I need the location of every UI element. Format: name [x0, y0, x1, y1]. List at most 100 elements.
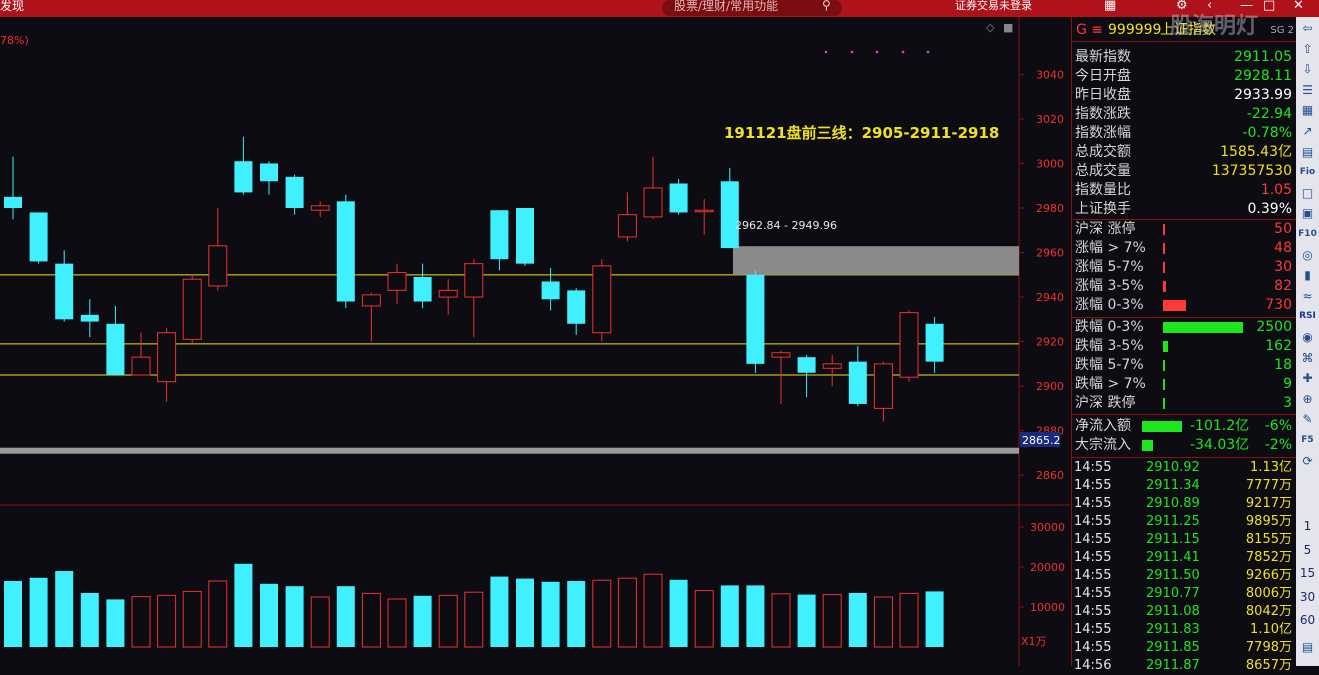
zone-rect [733, 246, 1019, 275]
fio-icon[interactable]: Fio [1297, 163, 1318, 181]
price-tick-label: 2940 [1036, 291, 1064, 304]
price-tick-label: 2860 [1036, 469, 1064, 482]
volume-bar [669, 579, 688, 647]
search-box[interactable]: 股票/理财/常用功能 ⚲ [662, 0, 842, 16]
quote-row: 昨日收盘 2933.99 [1072, 86, 1296, 105]
tick-time: 14:55 [1074, 622, 1112, 637]
doc-icon[interactable]: □ [1297, 184, 1318, 202]
period-60-button[interactable]: 60 [1297, 611, 1318, 629]
up-count-row: 涨幅 0-3% 730 [1072, 296, 1296, 315]
candle-body [413, 277, 432, 302]
tick-time: 14:55 [1074, 640, 1112, 655]
table-icon[interactable]: ▤ [1297, 143, 1318, 161]
arrow-up-icon[interactable]: ⇧ [1297, 40, 1318, 58]
network-icon[interactable]: ⌘ [1297, 349, 1318, 367]
tick-price: 2911.41 [1146, 550, 1200, 565]
tick-row: 14:55 2911.83 1.10亿 [1072, 621, 1296, 639]
quote-row-value: 0.39% [1247, 201, 1292, 217]
candle-body [234, 161, 253, 193]
tick-time: 14:55 [1074, 460, 1112, 475]
divider [1072, 414, 1296, 415]
maximize-icon[interactable]: □ [1263, 0, 1275, 12]
volume-bar [643, 573, 663, 648]
refresh-icon[interactable]: ⟳ [1297, 452, 1318, 470]
quote-row: 总成交额 1585.43亿 [1072, 143, 1296, 162]
candle-body [131, 356, 151, 376]
quote-row: 指数量比 1.05 [1072, 181, 1296, 200]
volume-bar [720, 585, 739, 647]
tick-volume: 8006万 [1245, 586, 1292, 601]
discover-label[interactable]: 发现 [0, 0, 24, 13]
f10-icon[interactable]: F10 [1297, 225, 1318, 243]
book-icon[interactable]: ▣ [1297, 204, 1318, 222]
broker-login-status[interactable]: 证券交易未登录 [955, 0, 1032, 11]
quote-row-label: 最新指数 [1075, 49, 1131, 65]
gift-icon[interactable]: ◉ [1297, 328, 1318, 346]
quote-row-label: 今日开盘 [1075, 68, 1131, 84]
volume-bar [797, 594, 816, 647]
target-icon[interactable]: ◎ [1297, 246, 1318, 264]
volume-bar [55, 571, 74, 647]
plus-icon[interactable]: ⊕ [1297, 390, 1318, 408]
price-tick-label: 2960 [1036, 247, 1064, 260]
up-count-row-value: 82 [1274, 278, 1292, 294]
price-tick-label: 2980 [1036, 202, 1064, 215]
volume-bar [4, 581, 22, 647]
search-input[interactable]: 股票/理财/常用功能 [674, 0, 778, 12]
kline-chart[interactable]: 78%) ◇ ■ 3040 3020 3000 2980 2960 2940 2920 290… [0, 17, 1070, 666]
cross-icon[interactable]: ✚ [1297, 369, 1318, 387]
layout-panel-icon[interactable]: ▤ [1297, 638, 1318, 656]
candle-body [157, 332, 177, 383]
grid-icon[interactable]: ▦ [1297, 101, 1318, 119]
back-icon[interactable]: ‹ [1207, 0, 1212, 12]
up-count-row-label: 沪深 涨停 [1075, 221, 1136, 237]
layout-icon[interactable]: ▦ [1104, 0, 1116, 12]
minimize-icon[interactable]: — [1240, 0, 1253, 12]
up-count-row-label: 涨幅 0-3% [1075, 297, 1144, 313]
quote-row-label: 总成交量 [1075, 163, 1131, 179]
tick-row: 14:55 2911.50 9266万 [1072, 567, 1296, 585]
volume-bar [567, 581, 586, 647]
quote-row-value: 1.05 [1260, 182, 1292, 198]
pen-icon[interactable]: ✎ [1297, 410, 1318, 428]
f5-icon[interactable]: F5 [1297, 431, 1318, 449]
up-count-row-value: 48 [1274, 240, 1292, 256]
code-prefix[interactable]: G ≡ [1076, 21, 1103, 40]
quote-row-label: 上证换手 [1075, 201, 1131, 217]
period-30-button[interactable]: 30 [1297, 588, 1318, 606]
expand-icon[interactable]: ■ [1003, 21, 1013, 34]
up-count-bar [1163, 300, 1187, 311]
divider [1072, 457, 1296, 458]
tick-volume: 7777万 [1245, 478, 1292, 493]
diamond-icon[interactable]: ◇ [986, 21, 995, 34]
search-icon[interactable]: ⚲ [822, 0, 831, 11]
line-icon[interactable]: ≈ [1297, 287, 1318, 305]
rsi-icon[interactable]: RSI [1297, 307, 1318, 325]
down-count-row-label: 跌幅 0-3% [1075, 319, 1144, 335]
volume-bar [29, 577, 48, 647]
volume-bar [131, 596, 151, 648]
candle-body [873, 363, 893, 409]
flow-row: 净流入额 -6% -101.2亿 [1072, 417, 1296, 436]
gear-icon[interactable]: ⚙ [1176, 0, 1188, 12]
arrow-down-icon[interactable]: ⇩ [1297, 60, 1318, 78]
chart-icon[interactable]: ↗ [1297, 122, 1318, 140]
candle-body [541, 281, 560, 300]
volume-bar [413, 595, 432, 647]
candle-body [720, 181, 739, 249]
candle-icon[interactable]: ▮ [1297, 266, 1318, 284]
sg-badge[interactable]: SG 2 [1270, 21, 1294, 40]
close-icon[interactable]: ✕ [1293, 0, 1304, 12]
down-count-row-label: 沪深 跌停 [1075, 395, 1136, 411]
quote-row: 最新指数 2911.05 [1072, 48, 1296, 67]
list-icon[interactable]: ☰ [1297, 81, 1318, 99]
period-15-button[interactable]: 15 [1297, 564, 1318, 582]
period-5-button[interactable]: 5 [1297, 541, 1318, 559]
quote-row-value: 2933.99 [1234, 87, 1292, 103]
arrow-left-icon[interactable]: ⇦ [1297, 19, 1318, 37]
flow-row-label: 净流入额 [1075, 418, 1131, 434]
period-1-button[interactable]: 1 [1297, 517, 1318, 535]
price-tick-label: 3000 [1036, 157, 1064, 170]
candle-body [208, 245, 228, 287]
volume-bar [310, 596, 330, 648]
